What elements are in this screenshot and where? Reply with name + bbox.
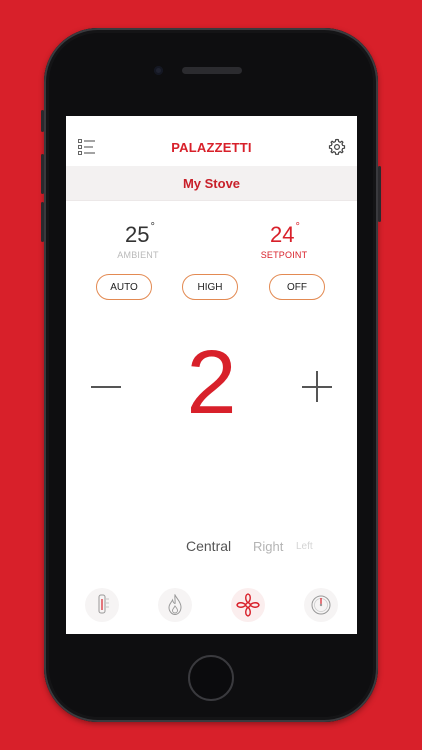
volume-down-button xyxy=(41,202,44,242)
nav-gauge[interactable] xyxy=(304,588,338,622)
gauge-icon xyxy=(311,595,331,615)
setpoint-value: 24 xyxy=(270,222,295,247)
app-screen: PALAZZETTI My Stove 25° AMBIENT 24° SETP… xyxy=(66,116,357,634)
gear-icon[interactable] xyxy=(328,138,346,156)
setpoint-label: SETPOINT xyxy=(260,250,308,260)
degree-symbol: ° xyxy=(150,221,155,233)
degree-symbol: ° xyxy=(295,221,300,233)
top-bar: PALAZZETTI xyxy=(66,116,357,166)
nav-fan[interactable] xyxy=(231,588,265,622)
earpiece xyxy=(182,67,242,74)
ambient-temperature: 25° xyxy=(100,221,180,248)
ambient-value: 25 xyxy=(125,222,150,247)
front-camera xyxy=(154,66,163,75)
volume-up-button xyxy=(41,154,44,194)
power-button xyxy=(378,166,381,222)
title-bar: My Stove xyxy=(66,166,357,201)
home-button[interactable] xyxy=(188,655,234,701)
direction-left[interactable]: Left xyxy=(296,541,313,552)
direction-right[interactable]: Right xyxy=(253,539,283,554)
brand-logo: PALAZZETTI xyxy=(171,140,252,155)
off-button[interactable]: OFF xyxy=(269,274,325,300)
page-title: My Stove xyxy=(182,176,241,191)
plus-vertical xyxy=(316,371,318,402)
high-button[interactable]: HIGH xyxy=(182,274,238,300)
fan-level-value: 2 xyxy=(186,333,237,433)
ambient-label: AMBIENT xyxy=(117,250,159,260)
nav-thermostat[interactable] xyxy=(85,588,119,622)
direction-central[interactable]: Central xyxy=(186,538,231,554)
nav-flame[interactable] xyxy=(158,588,192,622)
setpoint-temperature[interactable]: 24° xyxy=(245,221,325,248)
silent-switch xyxy=(41,110,44,132)
flame-icon xyxy=(168,594,182,616)
thermostat-icon xyxy=(98,594,109,614)
auto-button[interactable]: AUTO xyxy=(96,274,152,300)
fan-icon xyxy=(236,593,260,617)
